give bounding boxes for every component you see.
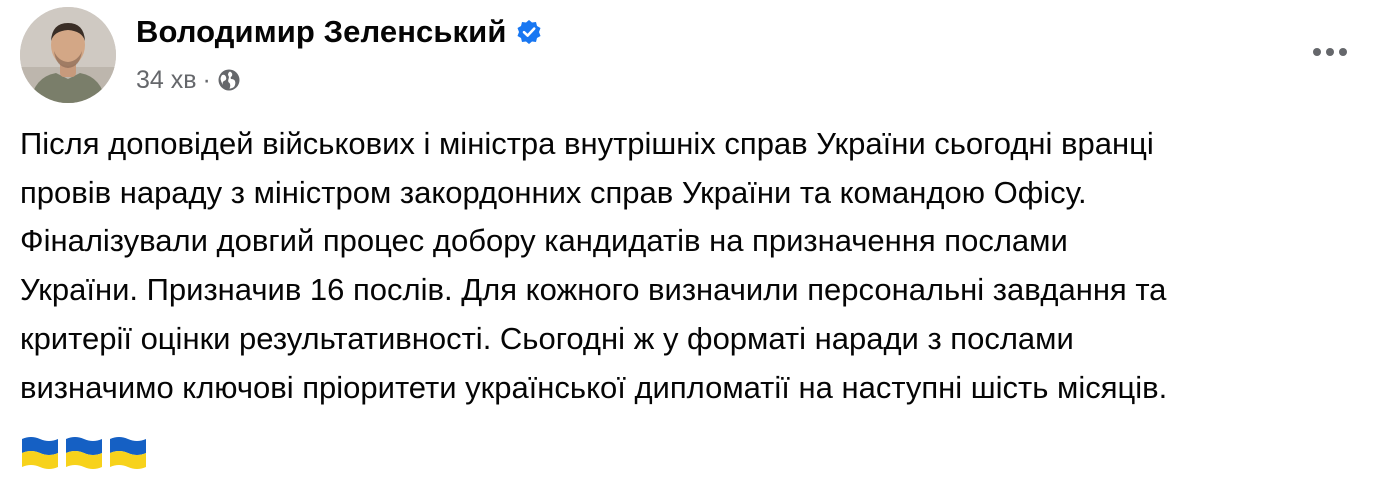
globe-icon[interactable] <box>217 68 241 92</box>
post-text-line: Після доповідей військових і міністра вн… <box>20 126 1154 161</box>
emoji-row <box>20 432 148 474</box>
ukraine-flag-icon <box>64 433 104 473</box>
author-header: Володимир Зеленський <box>136 12 542 52</box>
ukraine-flag-icon <box>108 433 148 473</box>
post-text-line: України. Призначив 16 послів. Для кожног… <box>20 272 1167 308</box>
post-text-line: визначимо ключові пріоритети української… <box>20 369 1168 405</box>
post-text-line: критерії оцінки результативності. Сьогод… <box>20 320 1074 356</box>
facebook-post: Володимир Зеленський 34 хв · Після допов… <box>0 0 1400 493</box>
verified-badge-icon[interactable] <box>516 19 542 45</box>
more-options-button[interactable] <box>1304 32 1356 72</box>
post-text-line: Фіналізували довгий процес добору кандид… <box>20 223 1068 259</box>
post-text-line: провів нараду з міністром закордонних сп… <box>20 174 1087 210</box>
post-meta: 34 хв · <box>136 62 241 98</box>
post-timestamp[interactable]: 34 хв <box>136 66 197 95</box>
more-options-icon <box>1313 48 1347 56</box>
ukraine-flag-icon <box>20 433 60 473</box>
meta-separator: · <box>202 65 211 94</box>
profile-photo-icon <box>20 7 116 103</box>
avatar[interactable] <box>20 7 116 103</box>
post-body: Після доповідей військових і міністра вн… <box>20 120 1380 412</box>
author-name[interactable]: Володимир Зеленський <box>136 14 506 50</box>
